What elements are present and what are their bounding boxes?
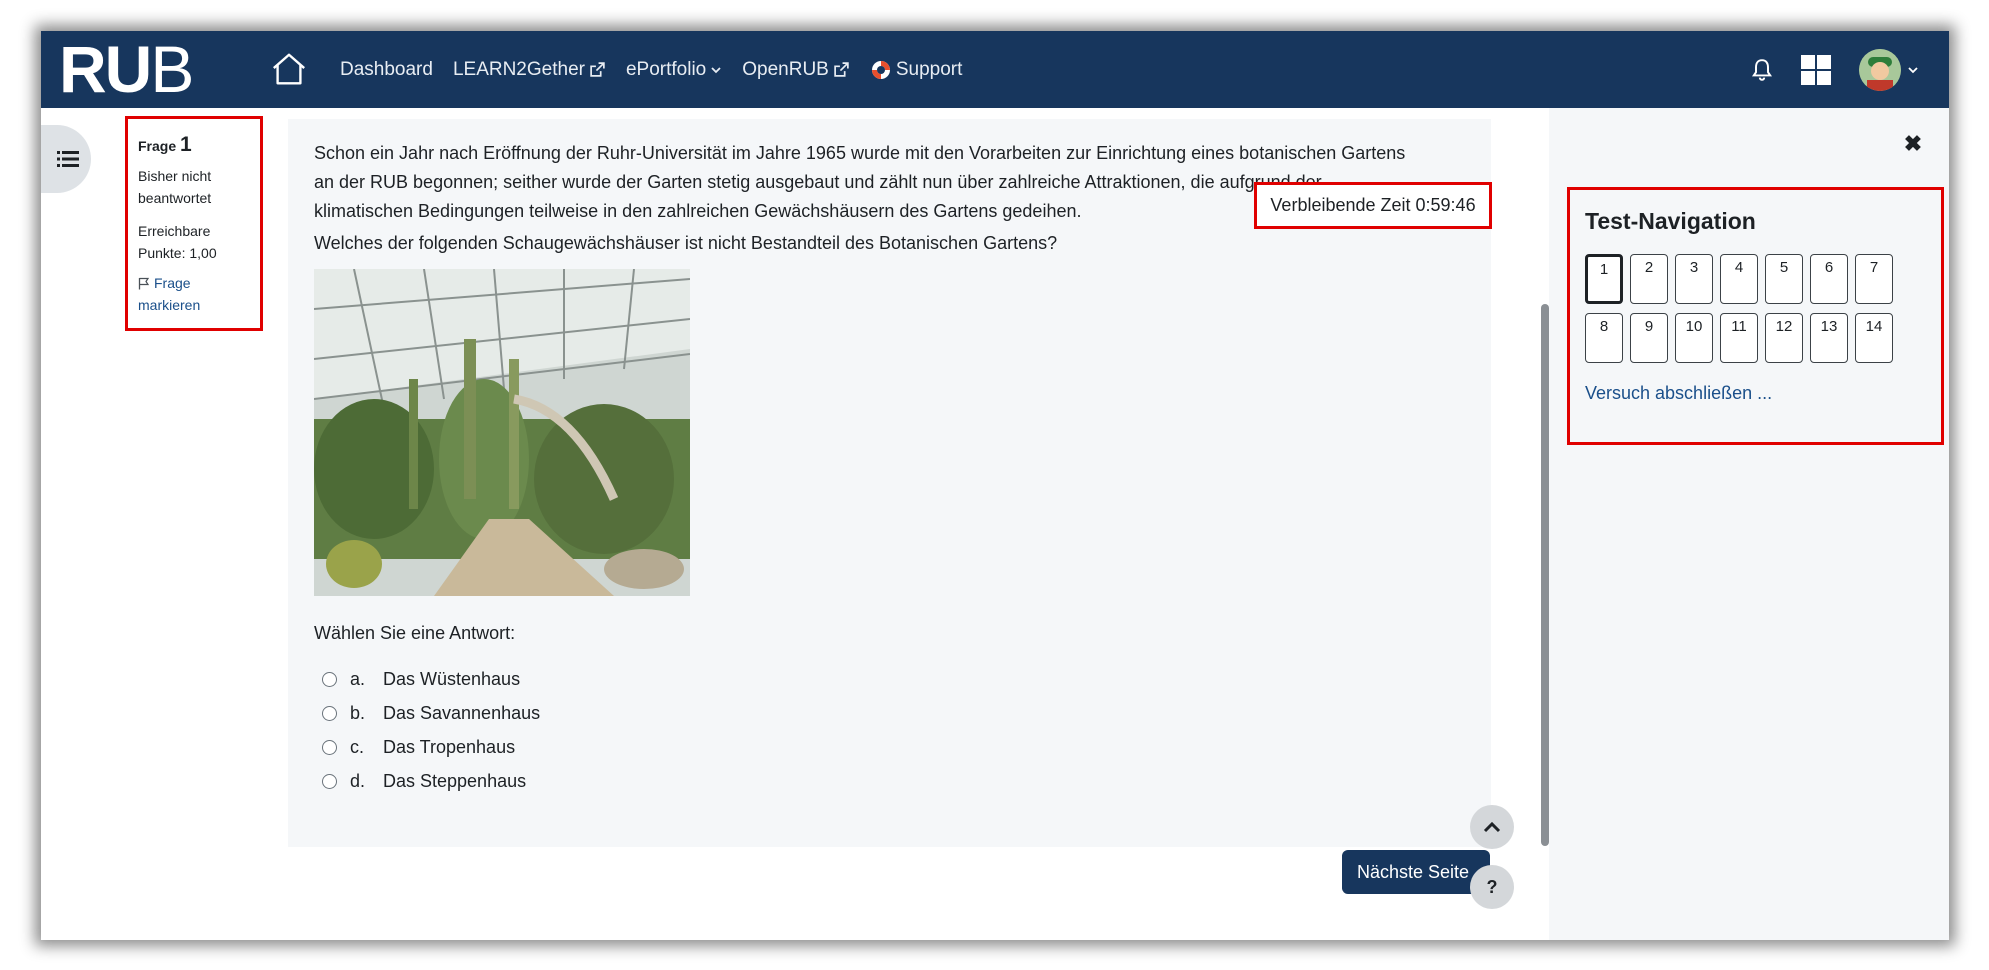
answer-text-d[interactable]: Das Steppenhaus (383, 771, 526, 792)
question-state-line2: beantwortet (138, 190, 212, 206)
answer-letter-c: c. (350, 736, 365, 757)
remaining-time: Verbleibende Zeit 0:59:46 (1254, 182, 1492, 229)
question-grade-line1: Erreichbare (138, 223, 211, 239)
answer-prompt: Wählen Sie eine Antwort: (314, 623, 516, 643)
question-button-4[interactable]: 4 (1720, 254, 1758, 304)
question-button-1[interactable]: 1 (1585, 254, 1623, 304)
question-button-14[interactable]: 14 (1855, 313, 1893, 363)
bell-icon[interactable] (1751, 58, 1773, 82)
question-button-6[interactable]: 6 (1810, 254, 1848, 304)
question-number: Frage 1 (138, 133, 250, 157)
answer-radio-d[interactable] (322, 773, 337, 789)
rub-logo[interactable]: RU B (59, 32, 209, 106)
question-label: Frage (138, 138, 177, 154)
chevron-down-icon (711, 66, 721, 73)
flag-question-line1: Frage (154, 275, 191, 291)
chevron-down-icon (1908, 66, 1918, 73)
answer-options: a. Das Wüstenhaus b. Das Savannenhaus c.… (322, 662, 540, 798)
answer-option-b[interactable]: b. Das Savannenhaus (322, 696, 540, 730)
scroll-to-top-button[interactable] (1470, 805, 1514, 849)
home-icon[interactable] (267, 47, 311, 91)
test-navigation: Test-Navigation 1 2 3 4 5 6 7 8 9 10 11 … (1567, 187, 1944, 445)
answer-text-b[interactable]: Das Savannenhaus (383, 703, 540, 724)
close-drawer-icon[interactable]: ✖ (1901, 131, 1925, 156)
nav-dashboard-label: Dashboard (340, 58, 433, 80)
flag-question-line2: markieren (138, 297, 201, 313)
answer-radio-a[interactable] (322, 671, 337, 687)
nav-support-label: Support (895, 58, 963, 80)
navbar-user-area (1751, 31, 1919, 108)
question-button-7[interactable]: 7 (1855, 254, 1893, 304)
answer-option-a[interactable]: a. Das Wüstenhaus (322, 662, 540, 696)
question-text-line1: Schon ein Jahr nach Eröffnung der Ruhr-U… (314, 143, 1406, 163)
nav-learn2gether-label: LEARN2Gether (452, 58, 585, 80)
primary-navigation: Dashboard LEARN2Gether ePortfolio OpenRU… (340, 31, 982, 108)
user-menu[interactable] (1859, 48, 1919, 91)
question-state: Bisher nicht beantwortet (138, 165, 250, 209)
nav-dashboard[interactable]: Dashboard (340, 59, 433, 81)
logo-text-bold: RU (59, 32, 152, 106)
help-button[interactable]: ? (1470, 865, 1514, 909)
question-button-5[interactable]: 5 (1765, 254, 1803, 304)
external-link-icon (590, 62, 605, 77)
nav-support[interactable]: Support (870, 58, 963, 81)
help-icon: ? (1486, 876, 1498, 897)
question-grade: Erreichbare Punkte: 1,00 (138, 220, 250, 264)
browser-window: RU B Dashboard LEARN2Gether ePortfolio O… (41, 31, 1949, 940)
answer-text-a[interactable]: Das Wüstenhaus (383, 669, 520, 690)
chevron-up-icon (1483, 821, 1501, 833)
question-button-9[interactable]: 9 (1630, 313, 1668, 363)
top-navbar: RU B Dashboard LEARN2Gether ePortfolio O… (41, 31, 1949, 108)
greenhouse-photo (314, 269, 690, 596)
answer-letter-b: b. (350, 702, 366, 723)
answer-option-c[interactable]: c. Das Tropenhaus (322, 730, 540, 764)
question-number-value: 1 (180, 133, 192, 156)
answer-text-c[interactable]: Das Tropenhaus (383, 737, 515, 758)
question-button-8[interactable]: 8 (1585, 313, 1623, 363)
answer-option-d[interactable]: d. Das Steppenhaus (322, 764, 540, 798)
answer-letter-d: d. (350, 770, 366, 791)
course-index-toggle[interactable] (41, 125, 91, 193)
answer-radio-b[interactable] (322, 705, 337, 721)
nav-openrub-label: OpenRUB (742, 58, 829, 80)
question-button-grid: 1 2 3 4 5 6 7 8 9 10 11 12 13 14 (1585, 254, 1926, 363)
next-page-button[interactable]: Nächste Seite (1342, 850, 1490, 894)
avatar[interactable] (1859, 48, 1901, 91)
nav-eportfolio-label: ePortfolio (625, 58, 707, 80)
nav-eportfolio[interactable]: ePortfolio (626, 59, 722, 81)
question-button-11[interactable]: 11 (1720, 313, 1758, 363)
next-page-label: Nächste Seite (1357, 861, 1470, 882)
question-state-line1: Bisher nicht (138, 168, 212, 184)
page-scrollbar[interactable] (1541, 304, 1549, 846)
finish-attempt-link[interactable]: Versuch abschließen ... (1585, 383, 1926, 404)
question-button-2[interactable]: 2 (1630, 254, 1668, 304)
test-navigation-title: Test-Navigation (1585, 208, 1756, 234)
answer-letter-a: a. (350, 668, 366, 689)
flag-icon (138, 277, 150, 289)
question-button-10[interactable]: 10 (1675, 313, 1713, 363)
lifebuoy-icon (871, 60, 890, 79)
question-button-12[interactable]: 12 (1765, 313, 1803, 363)
nav-openrub[interactable]: OpenRUB (742, 59, 850, 81)
question-ask: Welches der folgenden Schaugewächshäuser… (314, 233, 1058, 253)
nav-learn2gether[interactable]: LEARN2Gether (453, 59, 606, 81)
logo-text-light: B (150, 32, 194, 106)
external-link-icon (834, 62, 849, 77)
answer-radio-c[interactable] (322, 739, 337, 755)
question-info: Frage 1 Bisher nicht beantwortet Erreich… (125, 116, 263, 331)
flag-question-link[interactable]: Frage markieren (138, 272, 250, 316)
list-icon (57, 151, 79, 167)
question-button-13[interactable]: 13 (1810, 313, 1848, 363)
grid-icon[interactable] (1801, 54, 1831, 85)
remaining-time-label: Verbleibende Zeit 0:59:46 (1270, 195, 1476, 215)
question-grade-line2: Punkte: 1,00 (138, 245, 217, 261)
question-button-3[interactable]: 3 (1675, 254, 1713, 304)
